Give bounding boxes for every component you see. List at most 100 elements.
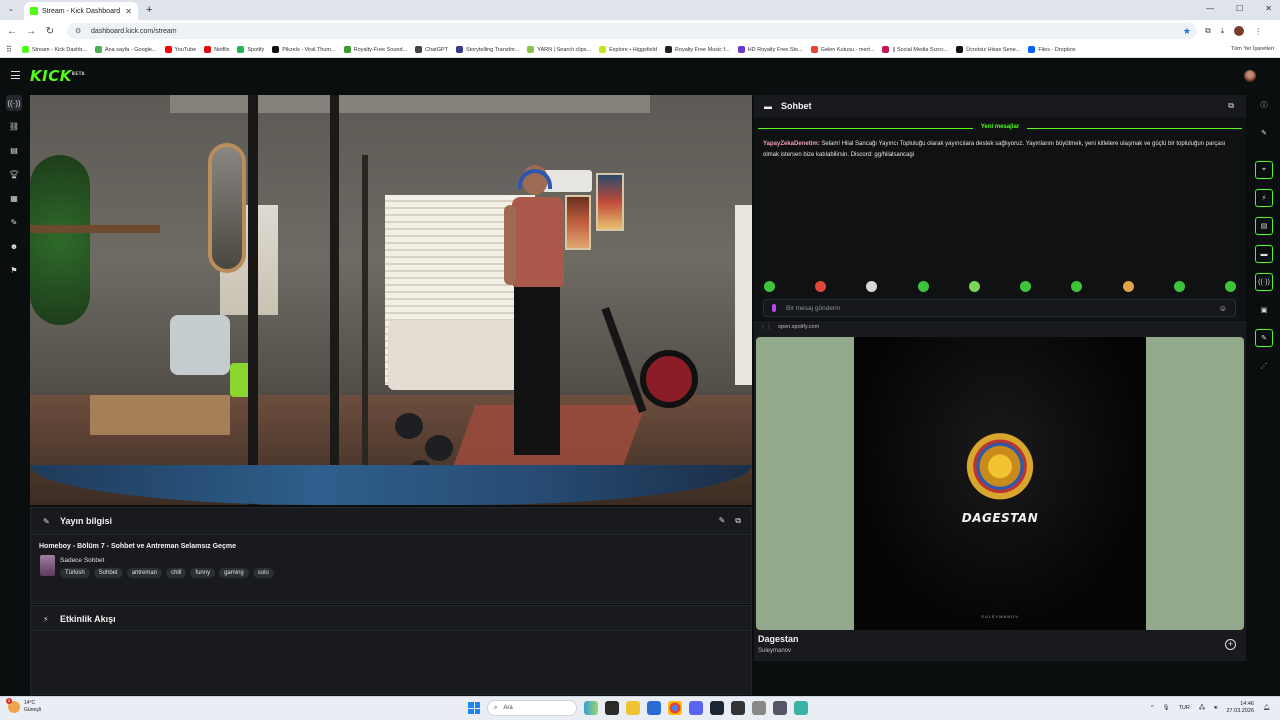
downloads-icon[interactable]: ⤓ — [1221, 26, 1225, 36]
add-to-library-icon[interactable]: + — [1225, 639, 1236, 650]
chrome-icon[interactable] — [668, 701, 682, 715]
network-icon[interactable]: 🖧︎ — [1199, 704, 1205, 713]
browser-tab[interactable]: Stream - Kick Dashboard ✕ — [24, 2, 138, 20]
moderation-icon[interactable]: ⚑ — [6, 262, 22, 278]
emoji-picker-icon[interactable]: ☺ — [1219, 304, 1227, 313]
task-view-icon[interactable] — [605, 701, 619, 715]
popout-chat-icon[interactable]: ⧉ — [1228, 101, 1234, 111]
emote-icon[interactable] — [1224, 281, 1236, 292]
chat-icon[interactable]: ▬ — [1255, 245, 1273, 263]
close-window-icon[interactable]: ✕ — [1265, 4, 1272, 13]
wrench-icon[interactable]: ✎ — [1255, 329, 1273, 347]
steam-icon[interactable] — [710, 701, 724, 715]
pencil-icon[interactable]: ✎ — [1255, 124, 1273, 142]
address-bar[interactable]: ⚙ dashboard.kick.com/stream ★ — [67, 23, 1197, 39]
bookmark-item[interactable]: Stream - Kick Dashb... — [21, 46, 87, 53]
app-icon[interactable] — [794, 701, 808, 715]
taskbar-search[interactable]: ⌕ Ara — [487, 700, 577, 716]
language-indicator[interactable]: TUR — [1179, 705, 1190, 711]
emote-icon[interactable] — [1122, 281, 1134, 292]
microphone-icon[interactable]: 🎙︎ — [1163, 705, 1170, 711]
forward-icon[interactable]: → — [24, 26, 38, 37]
kick-logo[interactable]: KICKBETA — [30, 67, 85, 85]
bookmark-item[interactable]: Royalty-Free Sound... — [343, 46, 407, 53]
trophy-icon[interactable]: 🏆︎ — [6, 166, 22, 182]
tools-icon[interactable]: ✎ — [6, 214, 22, 230]
discord-icon[interactable] — [689, 701, 703, 715]
emote-icon[interactable] — [917, 281, 929, 292]
emote-icon[interactable] — [866, 281, 878, 292]
bookmark-item[interactable]: ChatGPT — [415, 46, 448, 53]
bookmark-item[interactable]: Royalty Free Music f... — [664, 46, 730, 53]
notifications-icon[interactable]: 🔔︎ — [1263, 705, 1270, 711]
stream-tag[interactable]: funny — [190, 568, 216, 578]
bookmark-item[interactable]: Ücretsiz Hisse Sene... — [956, 46, 1020, 53]
link-icon[interactable]: ⛓ — [6, 118, 22, 134]
lightning-icon[interactable]: ⚡︎ — [1255, 189, 1273, 207]
tray-overflow-icon[interactable]: ^ — [1151, 705, 1154, 711]
settings-app-icon[interactable] — [752, 701, 766, 715]
settings-gear-icon[interactable] — [773, 701, 787, 715]
emote-icon[interactable] — [968, 281, 980, 292]
user-avatar[interactable] — [1244, 70, 1256, 82]
bookmark-item[interactable]: HD Royalty Free Sto... — [737, 46, 803, 53]
hamburger-menu-icon[interactable] — [11, 71, 20, 79]
chat-identity-icon[interactable] — [772, 304, 776, 312]
weather-widget[interactable]: 1 14°C Güneşli — [6, 698, 41, 714]
track-title[interactable]: Dagestan — [758, 634, 799, 644]
emote-icon[interactable] — [815, 281, 827, 292]
share-icon[interactable]: ⋰ — [1255, 357, 1273, 375]
stream-broadcast-icon[interactable]: ((·)) — [6, 95, 22, 111]
analytics-icon[interactable]: ▤ — [6, 142, 22, 158]
stream-video-preview[interactable] — [30, 95, 752, 505]
all-bookmarks[interactable]: Tüm Yer İşaretleri — [1231, 46, 1274, 52]
stream-tag[interactable]: solo — [252, 568, 274, 578]
bookmark-item[interactable]: Gelen Kutusu - mert... — [810, 46, 874, 53]
menu-icon[interactable]: ⋮ — [1254, 27, 1262, 36]
widgets-app-icon[interactable] — [584, 701, 598, 715]
community-icon[interactable]: ☻ — [6, 238, 22, 254]
stream-tag[interactable]: antreman — [126, 568, 163, 578]
bookmark-item[interactable]: Netflix — [204, 46, 229, 53]
profile-avatar[interactable] — [1234, 26, 1245, 36]
bookmark-item[interactable]: YouTube — [164, 46, 196, 53]
bookmark-item[interactable]: Ana sayfa - Google... — [94, 46, 157, 53]
emote-icon[interactable] — [764, 281, 775, 292]
track-artist[interactable]: Suleymanov — [758, 648, 791, 654]
album-cover[interactable]: DAGESTAN SULEYMANOV — [854, 337, 1146, 630]
focus-icon[interactable]: ⌖ — [1255, 161, 1273, 179]
stream-tag[interactable]: Türkish — [60, 568, 90, 578]
stream-tag[interactable]: chill — [166, 568, 187, 578]
store-icon[interactable] — [647, 701, 661, 715]
popout-icon[interactable]: ⧉ — [735, 516, 741, 526]
bookmark-item[interactable]: Files - Dropbox — [1028, 46, 1076, 53]
layout-icon[interactable]: ▣ — [1255, 301, 1273, 319]
drag-handle-icon[interactable]: ⋮⋮ — [760, 323, 772, 330]
back-icon[interactable]: ← — [5, 26, 19, 37]
clock[interactable]: 14:46 27.03.2026 — [1226, 701, 1254, 715]
bookmark-item[interactable]: YARN | Search clips... — [527, 46, 591, 53]
close-tab-icon[interactable]: ✕ — [125, 7, 132, 16]
bookmark-item[interactable]: Spotify — [237, 46, 264, 53]
chat-message-input[interactable]: Bir mesaj gönderin ☺ — [763, 299, 1236, 317]
video-library-icon[interactable]: ▦ — [6, 190, 22, 206]
edit-icon[interactable]: ✎ — [719, 516, 726, 526]
chat-username[interactable]: YapayZekaDenetim: — [763, 141, 820, 147]
volume-icon[interactable]: 🔊︎ — [1214, 705, 1217, 712]
apps-icon[interactable]: ⠿ — [6, 45, 12, 54]
minimize-icon[interactable]: — — [1206, 4, 1214, 13]
emote-icon[interactable] — [1020, 281, 1032, 292]
new-tab-icon[interactable]: + — [146, 4, 152, 16]
bookmark-item[interactable]: Explore • Higgsfield — [599, 46, 657, 53]
obs-icon[interactable] — [731, 701, 745, 715]
file-explorer-icon[interactable] — [626, 701, 640, 715]
notes-icon[interactable]: ▤ — [1255, 217, 1273, 235]
stream-tag[interactable]: gaming — [219, 568, 249, 578]
bookmark-star-icon[interactable]: ★ — [1183, 26, 1191, 37]
emote-icon[interactable] — [1173, 281, 1185, 292]
maximize-icon[interactable]: ☐ — [1236, 4, 1243, 13]
reload-icon[interactable]: ↻ — [43, 26, 57, 37]
info-icon[interactable]: ⓘ — [1255, 96, 1273, 114]
emote-icon[interactable] — [1071, 281, 1083, 292]
start-button[interactable] — [468, 702, 480, 714]
